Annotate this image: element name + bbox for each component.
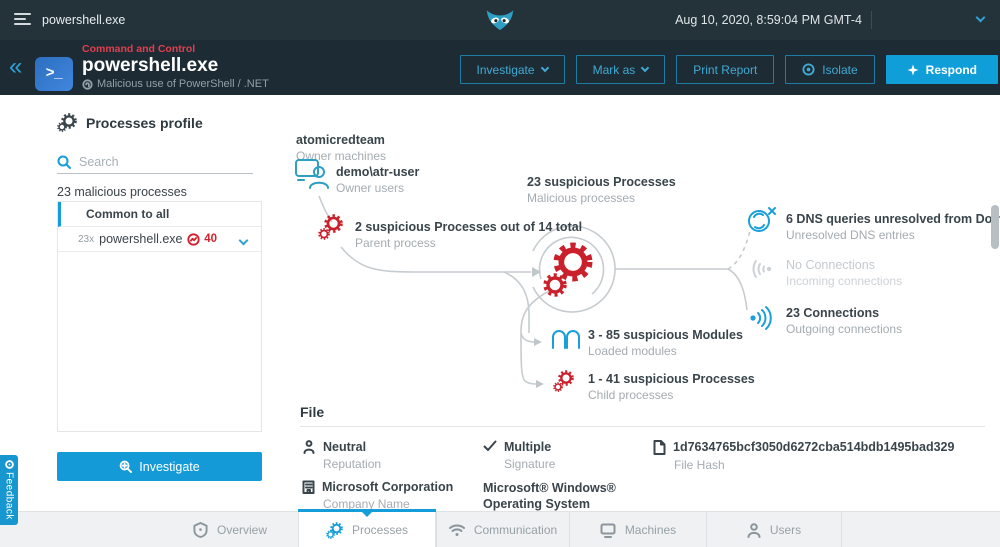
severity-badge: 40 — [187, 233, 217, 246]
person-icon — [302, 440, 316, 454]
signature-field: Multiple Signature — [483, 440, 555, 471]
process-list: Common to all 23x powershell.exe 40 — [57, 201, 262, 432]
expand-chevron-down-icon[interactable] — [239, 236, 249, 246]
active-tab-indicator — [298, 509, 436, 512]
severity-icon — [187, 233, 200, 246]
divider — [300, 426, 985, 427]
malop-category: Command and Control — [82, 43, 269, 55]
malicious-processes-node[interactable]: 23 suspicious Processes Malicious proces… — [527, 175, 676, 205]
gears-icon — [326, 522, 343, 539]
processes-profile-header: Processes profile — [57, 113, 203, 133]
malop-title: powershell.exe — [82, 55, 269, 77]
window-title: powershell.exe — [42, 0, 125, 40]
chevron-down-icon — [641, 64, 649, 72]
tab-overview[interactable]: Overview — [162, 512, 298, 547]
back-chevrons-icon[interactable]: « — [9, 52, 22, 82]
vertical-scrollbar-thumb[interactable] — [991, 205, 999, 249]
loaded-modules-icon — [551, 328, 581, 355]
child-processes-node[interactable]: 1 - 41 suspicious Processes Child proces… — [588, 372, 755, 402]
search-input[interactable] — [79, 155, 229, 169]
respond-button[interactable]: Respond — [886, 55, 998, 84]
cybereason-owl-logo — [485, 9, 515, 36]
investigate-dropdown-button[interactable]: Investigate — [460, 55, 565, 84]
wifi-icon — [449, 523, 465, 537]
bottom-tab-bar: Overview Processes Communication Machine… — [0, 511, 1000, 547]
search-icon — [57, 155, 71, 169]
child-process-gears-icon — [558, 370, 574, 391]
file-section-title: File — [300, 404, 324, 420]
list-group-common-to-all[interactable]: Common to all — [58, 202, 261, 227]
user-icon — [747, 523, 761, 538]
incoming-connections-node[interactable]: No Connections Incoming connections — [786, 258, 902, 288]
loaded-modules-node[interactable]: 3 - 85 suspicious Modules Loaded modules — [588, 328, 743, 358]
datetime-display: Aug 10, 2020, 8:59:04 PM GMT-4 — [675, 0, 862, 40]
check-icon — [483, 440, 497, 452]
file-hash-field: 1d7634765bcf3050d6272cba514bdb1495bad329… — [653, 440, 954, 472]
user-menu-chevron-down-icon[interactable] — [976, 13, 986, 23]
mark-as-dropdown-button[interactable]: Mark as — [576, 55, 666, 84]
tab-users[interactable]: Users — [706, 512, 842, 547]
malicious-process-count: 23 malicious processes — [57, 185, 187, 199]
outgoing-connections-icon — [746, 303, 778, 338]
parent-process-node[interactable]: 2 suspicious Processes out of 14 total P… — [355, 220, 582, 250]
outgoing-connections-node[interactable]: 23 Connections Outgoing connections — [786, 306, 902, 336]
parent-process-gears-icon — [324, 214, 343, 238]
incoming-connections-icon — [748, 255, 776, 288]
top-app-bar: powershell.exe Aug 10, 2020, 8:59:04 PM … — [0, 0, 1000, 40]
owner-users-node[interactable]: demo\atr-user Owner users — [336, 165, 419, 195]
isolate-button[interactable]: Isolate — [785, 55, 874, 84]
process-name: powershell.exe — [99, 232, 182, 246]
search-box[interactable] — [57, 151, 253, 174]
product-name-field: Microsoft® Windows® Operating System — [483, 480, 658, 513]
tab-machines[interactable]: Machines — [569, 512, 706, 547]
chevron-down-icon — [540, 64, 548, 72]
building-icon — [302, 480, 315, 494]
malop-type-icon — [82, 79, 93, 90]
main-content: atomicredteam Owner machines demo\atr-us… — [0, 95, 1000, 511]
malop-subtitle: Malicious use of PowerShell / .NET — [82, 78, 269, 90]
print-report-button[interactable]: Print Report — [676, 55, 774, 84]
menu-icon[interactable] — [14, 13, 32, 27]
reputation-field: Neutral Reputation — [302, 440, 381, 471]
divider — [871, 11, 872, 29]
tab-communication[interactable]: Communication — [436, 512, 569, 547]
magnifier-icon — [119, 460, 132, 473]
company-name-field: Microsoft Corporation Company Name — [302, 480, 453, 511]
monitor-icon — [600, 523, 616, 538]
feedback-tab[interactable]: Feedback — [0, 455, 18, 525]
file-icon — [653, 440, 666, 455]
respond-cross-icon — [907, 64, 919, 76]
tab-processes[interactable]: Processes — [298, 512, 436, 547]
feedback-bubble-icon — [5, 460, 14, 469]
unresolved-dns-node[interactable]: 6 DNS queries unresolved from Domain Unr… — [786, 212, 1000, 242]
malop-header: « >_ Command and Control powershell.exe … — [0, 40, 1000, 95]
isolate-icon — [802, 63, 815, 76]
process-row-powershell[interactable]: 23x powershell.exe 40 — [58, 227, 261, 252]
process-multiplier: 23x — [78, 234, 94, 245]
gears-icon — [57, 113, 77, 133]
shield-icon — [193, 522, 208, 538]
dns-globe-icon — [747, 206, 777, 239]
investigate-button[interactable]: Investigate — [57, 452, 262, 481]
owner-users-icon — [294, 158, 330, 195]
sidebar-title: Processes profile — [86, 115, 203, 131]
powershell-icon: >_ — [35, 57, 73, 91]
